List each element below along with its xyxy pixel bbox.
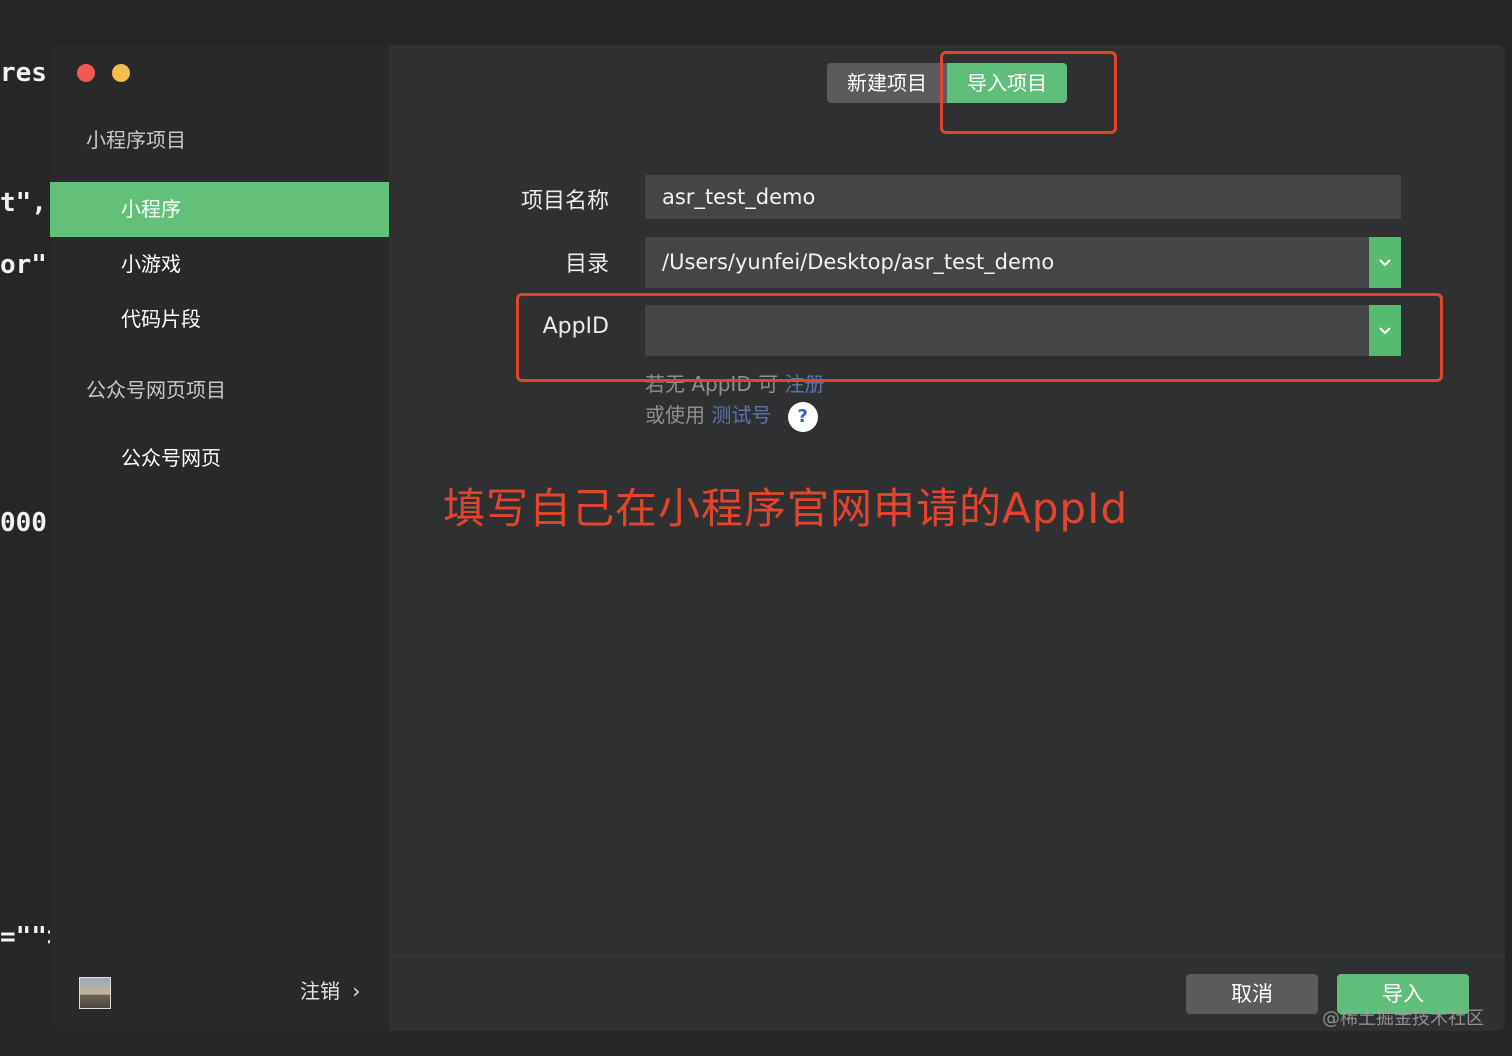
logout-label: 注销 (300, 979, 340, 1003)
help-icon[interactable]: ? (787, 401, 818, 432)
directory-label: 目录 (564, 252, 609, 277)
project-name-value: asr_test_demo (662, 185, 816, 209)
footer-divider (389, 956, 1505, 957)
section-title-official-account: 公众号网页项目 (86, 378, 226, 402)
logout-button[interactable]: 注销 › (300, 975, 360, 1004)
background-code-line: or" (0, 250, 47, 280)
directory-select[interactable]: /Users/yunfei/Desktop/asr_test_demo (645, 237, 1401, 288)
project-name-input[interactable]: asr_test_demo (645, 175, 1401, 219)
cancel-button[interactable]: 取消 (1186, 974, 1318, 1014)
test-account-link[interactable]: 测试号 (711, 403, 771, 427)
watermark: @稀土掘金技术社区 (1322, 1008, 1484, 1029)
background-code-line: t", (0, 188, 47, 218)
background-code-line: res (0, 58, 47, 88)
sidebar-item-official-web[interactable]: 公众号网页 (50, 431, 389, 486)
sidebar-item-minigame[interactable]: 小游戏 (50, 237, 389, 292)
main-panel: 新建项目 导入项目 项目名称 asr_test_demo 目录 /Users/y… (389, 45, 1505, 1031)
test-account-hint: 或使用 测试号 ? (645, 399, 818, 432)
section-title-miniprogram: 小程序项目 (86, 128, 186, 152)
annotation-highlight-appid (516, 293, 1443, 382)
annotation-text: 填写自己在小程序官网申请的AppId (443, 484, 1129, 533)
directory-value: /Users/yunfei/Desktop/asr_test_demo (662, 250, 1055, 274)
chevron-right-icon: › (352, 979, 361, 1003)
tab-new-project[interactable]: 新建项目 (827, 63, 947, 103)
sidebar-item-code-snippet[interactable]: 代码片段 (50, 292, 389, 347)
avatar[interactable] (79, 977, 111, 1009)
minimize-window-button[interactable] (112, 64, 130, 82)
chevron-down-icon[interactable] (1369, 237, 1401, 288)
close-window-button[interactable] (77, 64, 95, 82)
sidebar-item-miniprogram[interactable]: 小程序 (50, 182, 389, 237)
project-name-label: 项目名称 (520, 189, 609, 214)
new-project-window: 小程序项目 小程序 小游戏 代码片段 公众号网页项目 公众号网页 注销 › 新建… (50, 45, 1505, 1031)
test-account-hint-text: 或使用 (645, 403, 705, 427)
annotation-highlight-tab (940, 51, 1117, 134)
sidebar: 小程序项目 小程序 小游戏 代码片段 公众号网页项目 公众号网页 注销 › (50, 45, 389, 1031)
